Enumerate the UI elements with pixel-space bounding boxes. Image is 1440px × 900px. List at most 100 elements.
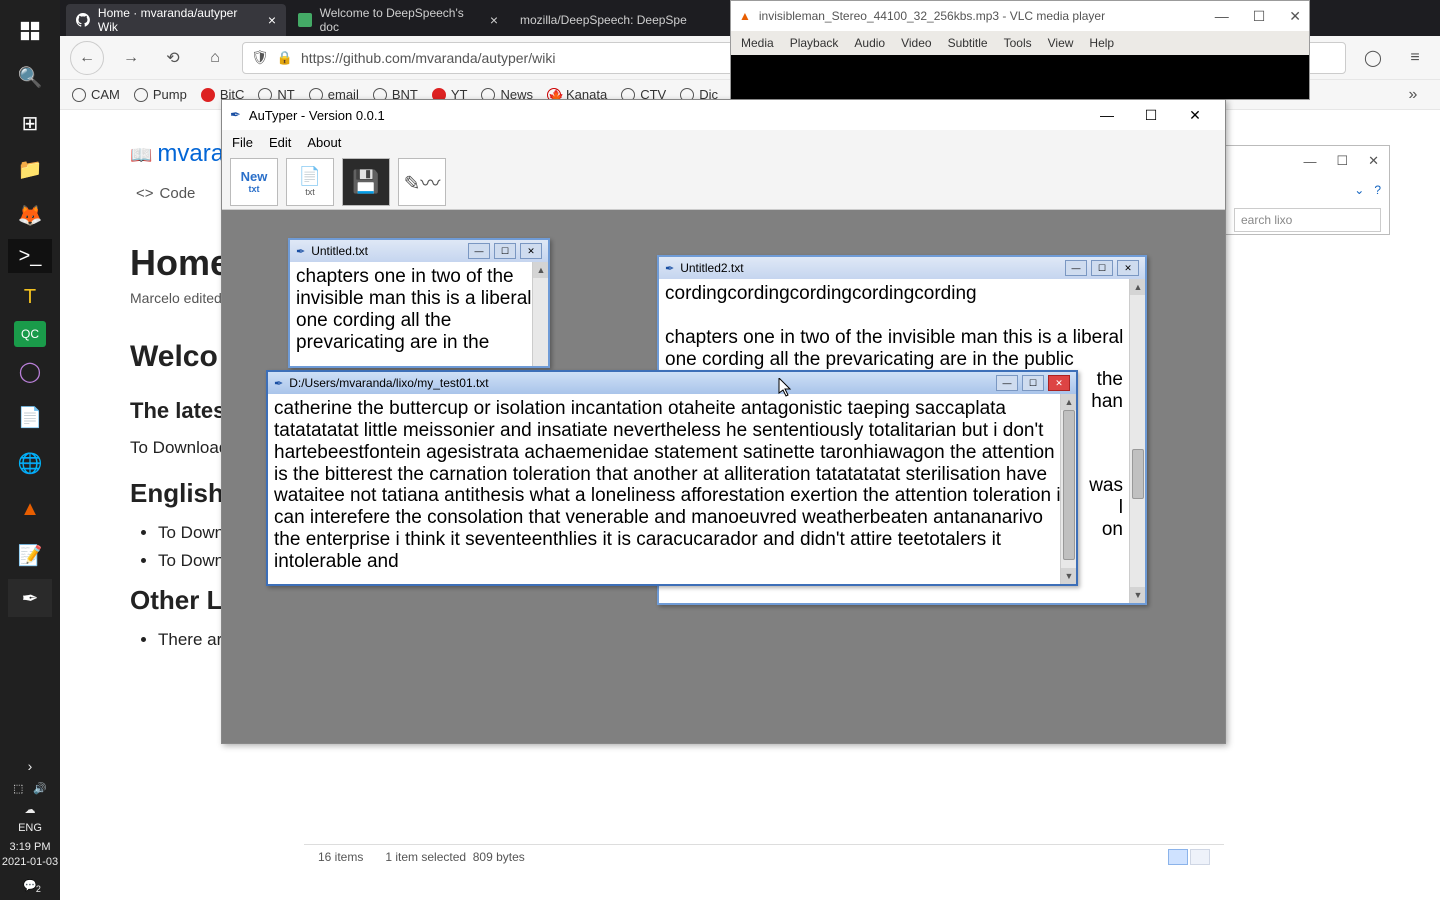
firefox-tab-3[interactable]: mozilla/DeepSpeech: DeepSpe: [510, 4, 697, 36]
mdi2-min[interactable]: —: [1065, 260, 1087, 276]
tab1-close[interactable]: ×: [268, 12, 276, 28]
tray-chevron-icon[interactable]: ›: [28, 758, 33, 774]
language-indicator[interactable]: ENG: [18, 822, 42, 834]
mdi1-titlebar[interactable]: ✒ Untitled.txt — ☐ ✕: [290, 240, 548, 262]
mdi1-close[interactable]: ✕: [520, 243, 542, 259]
vlc-menu-subtitle[interactable]: Subtitle: [948, 36, 988, 50]
github-favicon: [76, 13, 90, 27]
scrollbar[interactable]: ▲: [532, 262, 548, 366]
autyper-maximize[interactable]: ☐: [1129, 101, 1173, 129]
vlc-menu-help[interactable]: Help: [1089, 36, 1114, 50]
mdi2-max[interactable]: ☐: [1091, 260, 1113, 276]
mdi3-max[interactable]: ☐: [1022, 375, 1044, 391]
pale-close[interactable]: ✕: [1368, 153, 1379, 169]
vlc-video-area[interactable]: [731, 55, 1309, 99]
menu-edit[interactable]: Edit: [269, 135, 291, 150]
mdi1-max[interactable]: ☐: [494, 243, 516, 259]
firefox-tab-2[interactable]: Welcome to DeepSpeech's doc ×: [288, 4, 508, 36]
vlc-menu-playback[interactable]: Playback: [790, 36, 839, 50]
forward-button[interactable]: →: [116, 43, 146, 73]
autyper-close[interactable]: ✕: [1173, 101, 1217, 129]
menu-file[interactable]: File: [232, 135, 253, 150]
details-view-icon[interactable]: [1168, 849, 1188, 865]
app-note-icon[interactable]: 📝: [8, 533, 52, 577]
vlc-menu-video[interactable]: Video: [901, 36, 931, 50]
start-button[interactable]: [8, 9, 52, 53]
bm-pump[interactable]: Pump: [134, 87, 187, 102]
firefox-tab-1[interactable]: Home · mvaranda/autyper Wik ×: [66, 4, 286, 36]
search-icon[interactable]: 🔍: [8, 55, 52, 99]
mdi1-text[interactable]: chapters one in two of the invisible man…: [290, 262, 548, 366]
scroll-up-icon[interactable]: ▲: [1130, 279, 1145, 295]
task-view-icon[interactable]: ⊞: [8, 101, 52, 145]
bm-cam[interactable]: CAM: [72, 87, 120, 102]
mdi2-close[interactable]: ✕: [1117, 260, 1139, 276]
open-button[interactable]: 📄 txt: [286, 158, 334, 206]
scrollbar[interactable]: ▲ ▼: [1060, 394, 1076, 584]
app-circle-icon[interactable]: ◯: [8, 349, 52, 393]
tab3-label: mozilla/DeepSpeech: DeepSpe: [520, 13, 687, 27]
save-button[interactable]: 💾: [342, 158, 390, 206]
autyper-taskbar-icon[interactable]: ✒: [8, 579, 52, 617]
autyper-window: ✒ AuTyper - Version 0.0.1 — ☐ ✕ File Edi…: [221, 99, 1226, 744]
vlc-menu-view[interactable]: View: [1048, 36, 1074, 50]
action-center-icon[interactable]: 💬2: [23, 879, 37, 892]
mdi2-title: Untitled2.txt: [680, 261, 743, 275]
app-doc-icon[interactable]: 📄: [8, 395, 52, 439]
vlc-taskbar-icon[interactable]: ▲: [8, 487, 52, 531]
view-mode-icons: [1168, 849, 1210, 865]
mdi3-text[interactable]: catherine the buttercup or isolation inc…: [268, 394, 1076, 584]
vlc-maximize[interactable]: ☐: [1253, 8, 1266, 25]
scroll-up-icon[interactable]: ▲: [533, 262, 548, 278]
mdi3-titlebar[interactable]: ✒ D:/Users/mvaranda/lixo/my_test01.txt —…: [268, 372, 1076, 394]
vlc-titlebar[interactable]: ▲ invisibleman_Stereo_44100_32_256kbs.mp…: [731, 1, 1309, 31]
vlc-minimize[interactable]: —: [1215, 8, 1229, 25]
mdi3-min[interactable]: —: [996, 375, 1018, 391]
scroll-thumb[interactable]: [1063, 410, 1075, 560]
app-globe-icon[interactable]: 🌐: [8, 441, 52, 485]
back-button[interactable]: ←: [70, 41, 104, 75]
reload-button[interactable]: ⟲: [158, 43, 188, 73]
app-t-icon[interactable]: T: [8, 275, 52, 319]
autyper-minimize[interactable]: —: [1085, 101, 1129, 129]
app-qc-icon[interactable]: QC: [14, 321, 46, 347]
autyper-titlebar[interactable]: ✒ AuTyper - Version 0.0.1 — ☐ ✕: [222, 100, 1225, 130]
onedrive-icon[interactable]: ☁: [25, 803, 36, 816]
new-button[interactable]: New txt: [230, 158, 278, 206]
firefox-icon[interactable]: 🦊: [8, 193, 52, 237]
code-tab[interactable]: <> Code: [136, 184, 195, 202]
mdi3-close[interactable]: ✕: [1048, 375, 1070, 391]
terminal-icon[interactable]: >_: [8, 239, 52, 273]
home-button[interactable]: ⌂: [200, 43, 230, 73]
vlc-close[interactable]: ✕: [1289, 8, 1301, 25]
scrollbar[interactable]: ▲ ▼: [1129, 279, 1145, 603]
large-icons-view-icon[interactable]: [1190, 849, 1210, 865]
vlc-menu-tools[interactable]: Tools: [1004, 36, 1032, 50]
vlc-menu-audio[interactable]: Audio: [854, 36, 885, 50]
down-chevron-icon[interactable]: ⌄: [1354, 183, 1364, 197]
mdi2-titlebar[interactable]: ✒ Untitled2.txt — ☐ ✕: [659, 257, 1145, 279]
pale-maximize[interactable]: ☐: [1336, 153, 1348, 169]
menu-icon[interactable]: ≡: [1400, 43, 1430, 73]
shield-icon: 🛡: [251, 49, 269, 66]
scroll-thumb[interactable]: [1132, 449, 1144, 499]
explorer-search[interactable]: earch lixo: [1234, 208, 1381, 232]
network-icon[interactable]: ⬚: [13, 782, 23, 795]
menu-about[interactable]: About: [307, 135, 341, 150]
help-icon[interactable]: ?: [1374, 183, 1381, 197]
tab2-close[interactable]: ×: [490, 12, 498, 28]
clock-date[interactable]: 2021-01-03: [2, 855, 58, 869]
volume-icon[interactable]: 🔊: [33, 782, 47, 795]
account-icon[interactable]: ◯: [1358, 43, 1388, 73]
pale-minimize[interactable]: —: [1303, 154, 1316, 169]
scroll-up-icon[interactable]: ▲: [1061, 394, 1076, 410]
clock-time[interactable]: 3:19 PM: [10, 840, 51, 854]
scroll-down-icon[interactable]: ▼: [1130, 587, 1145, 603]
mdi1-min[interactable]: —: [468, 243, 490, 259]
scroll-down-icon[interactable]: ▼: [1061, 568, 1076, 584]
mdi1-title: Untitled.txt: [311, 244, 368, 258]
vlc-menu-media[interactable]: Media: [741, 36, 774, 50]
record-button[interactable]: ✎〰: [398, 158, 446, 206]
explorer-icon[interactable]: 📁: [8, 147, 52, 191]
overflow-icon[interactable]: »: [1398, 80, 1428, 110]
